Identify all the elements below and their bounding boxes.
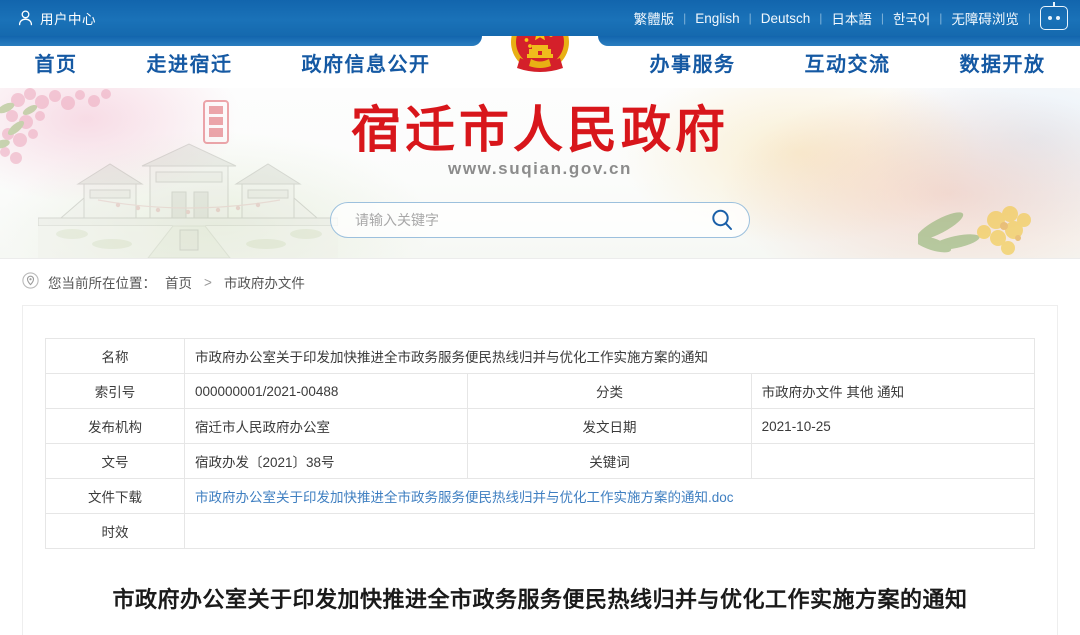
meta-label-validity: 时效 [45, 513, 185, 549]
table-row: 名称 市政府办公室关于印发加快推进全市政务服务便民热线归并与优化工作实施方案的通… [45, 338, 1035, 374]
content-card: 名称 市政府办公室关于印发加快推进全市政务服务便民热线归并与优化工作实施方案的通… [22, 305, 1058, 635]
emblem-slot [465, 13, 615, 88]
robot-eye-right [1056, 16, 1060, 20]
table-row: 文号 宿政办发〔2021〕38号 关键词 [45, 443, 1036, 479]
meta-value-category: 市政府办文件 其他 通知 [750, 373, 1036, 409]
site-title: 宿迁市人民政府 www.suqian.gov.cn [0, 104, 1080, 179]
meta-label-doc-number: 文号 [45, 443, 185, 479]
robot-eye-left [1048, 16, 1052, 20]
nav-shoulder-left [465, 36, 482, 46]
nav-item-services[interactable]: 办事服务 [650, 48, 736, 77]
yellow-flower-illustration [918, 206, 1031, 255]
document-title: 市政府办公室关于印发加快推进全市政务服务便民热线归并与优化工作实施方案的通知 [112, 587, 968, 612]
meta-label-keywords: 关键词 [467, 443, 752, 479]
meta-value-download: 市政府办公室关于印发加快推进全市政务服务便民热线归并与优化工作实施方案的通知.d… [184, 478, 1035, 514]
user-center-label: 用户中心 [40, 12, 96, 27]
accessibility-browse-link[interactable]: 无障碍浏览 [942, 8, 1028, 28]
location-pin-icon [22, 272, 39, 292]
breadcrumb: 您当前所在位置： 首页 > 市政府办文件 [22, 259, 1058, 305]
nav-shoulder-right [598, 36, 615, 46]
user-center-link[interactable]: 用户中心 [18, 8, 96, 28]
nav-item-home[interactable]: 首页 [35, 48, 78, 77]
search-box[interactable] [330, 202, 750, 238]
breadcrumb-item-home[interactable]: 首页 [165, 272, 192, 292]
lang-link-english[interactable]: English [686, 11, 748, 26]
meta-label-category: 分类 [467, 373, 752, 409]
table-row: 发布机构 宿迁市人民政府办公室 发文日期 2021-10-25 [45, 408, 1036, 444]
meta-value-name: 市政府办公室关于印发加快推进全市政务服务便民热线归并与优化工作实施方案的通知 [184, 338, 1035, 374]
lang-link-japanese[interactable]: 日本語 [822, 8, 881, 28]
meta-value-publisher: 宿迁市人民政府办公室 [183, 408, 469, 444]
lang-separator: | [1027, 11, 1031, 25]
nav-item-interaction[interactable]: 互动交流 [805, 48, 891, 77]
nav-item-about-suqian[interactable]: 走进宿迁 [147, 48, 233, 77]
nav-item-open-data[interactable]: 数据开放 [960, 48, 1046, 77]
meta-value-doc-number: 宿政办发〔2021〕38号 [183, 443, 469, 479]
breadcrumb-prefix: 您当前所在位置： [48, 276, 156, 291]
file-download-link[interactable]: 市政府办公室关于印发加快推进全市政务服务便民热线归并与优化工作实施方案的通知.d… [195, 490, 734, 505]
search-input[interactable] [353, 211, 709, 229]
table-row: 时效 [45, 513, 1035, 549]
breadcrumb-bar: 您当前所在位置： 首页 > 市政府办文件 [0, 258, 1080, 305]
nav-item-government-info[interactable]: 政府信息公开 [302, 48, 431, 77]
language-bar: 繁體版 | English | Deutsch | 日本語 | 한국어 | 无障… [625, 2, 1068, 30]
meta-value-validity [184, 513, 1035, 549]
table-row: 索引号 000000001/2021-00488 分类 市政府办文件 其他 通知 [45, 373, 1036, 409]
robot-icon[interactable] [1040, 2, 1068, 30]
site-banner: 宿迁市人民政府 www.suqian.gov.cn [0, 88, 1080, 258]
document-meta-table: 名称 市政府办公室关于印发加快推进全市政务服务便民热线归并与优化工作实施方案的通… [45, 338, 1036, 549]
lang-link-traditional[interactable]: 繁體版 [625, 8, 684, 28]
breadcrumb-separator: > [204, 274, 212, 290]
meta-value-publish-date: 2021-10-25 [750, 408, 1036, 444]
meta-label-name: 名称 [45, 338, 185, 374]
table-row: 文件下载 市政府办公室关于印发加快推进全市政务服务便民热线归并与优化工作实施方案… [45, 478, 1035, 514]
meta-value-keywords [750, 443, 1036, 479]
lang-link-korean[interactable]: 한국어 [884, 8, 939, 28]
search-icon[interactable] [709, 207, 735, 233]
user-icon [18, 10, 33, 26]
lang-link-deutsch[interactable]: Deutsch [752, 11, 820, 26]
meta-value-index: 000000001/2021-00488 [183, 373, 469, 409]
top-utility-bar: 用户中心 繁體版 | English | Deutsch | 日本語 | 한국어… [0, 0, 1080, 36]
site-url: www.suqian.gov.cn [448, 158, 632, 178]
nav-group-left: 首页 走进宿迁 政府信息公开 [0, 48, 465, 77]
main-navigation: 首页 走进宿迁 政府信息公开 办事服务 互动交流 数据开放 [0, 13, 1080, 88]
site-title-zh: 宿迁市人民政府 [351, 101, 729, 159]
nav-group-right: 办事服务 互动交流 数据开放 [615, 48, 1080, 77]
breadcrumb-item-current[interactable]: 市政府办文件 [224, 272, 305, 292]
meta-label-publisher: 发布机构 [45, 408, 185, 444]
meta-label-index: 索引号 [45, 373, 185, 409]
meta-label-download: 文件下载 [45, 478, 185, 514]
meta-label-publish-date: 发文日期 [467, 408, 752, 444]
nav-items: 首页 走进宿迁 政府信息公开 办事服务 互动交流 数据开放 [0, 13, 1080, 88]
